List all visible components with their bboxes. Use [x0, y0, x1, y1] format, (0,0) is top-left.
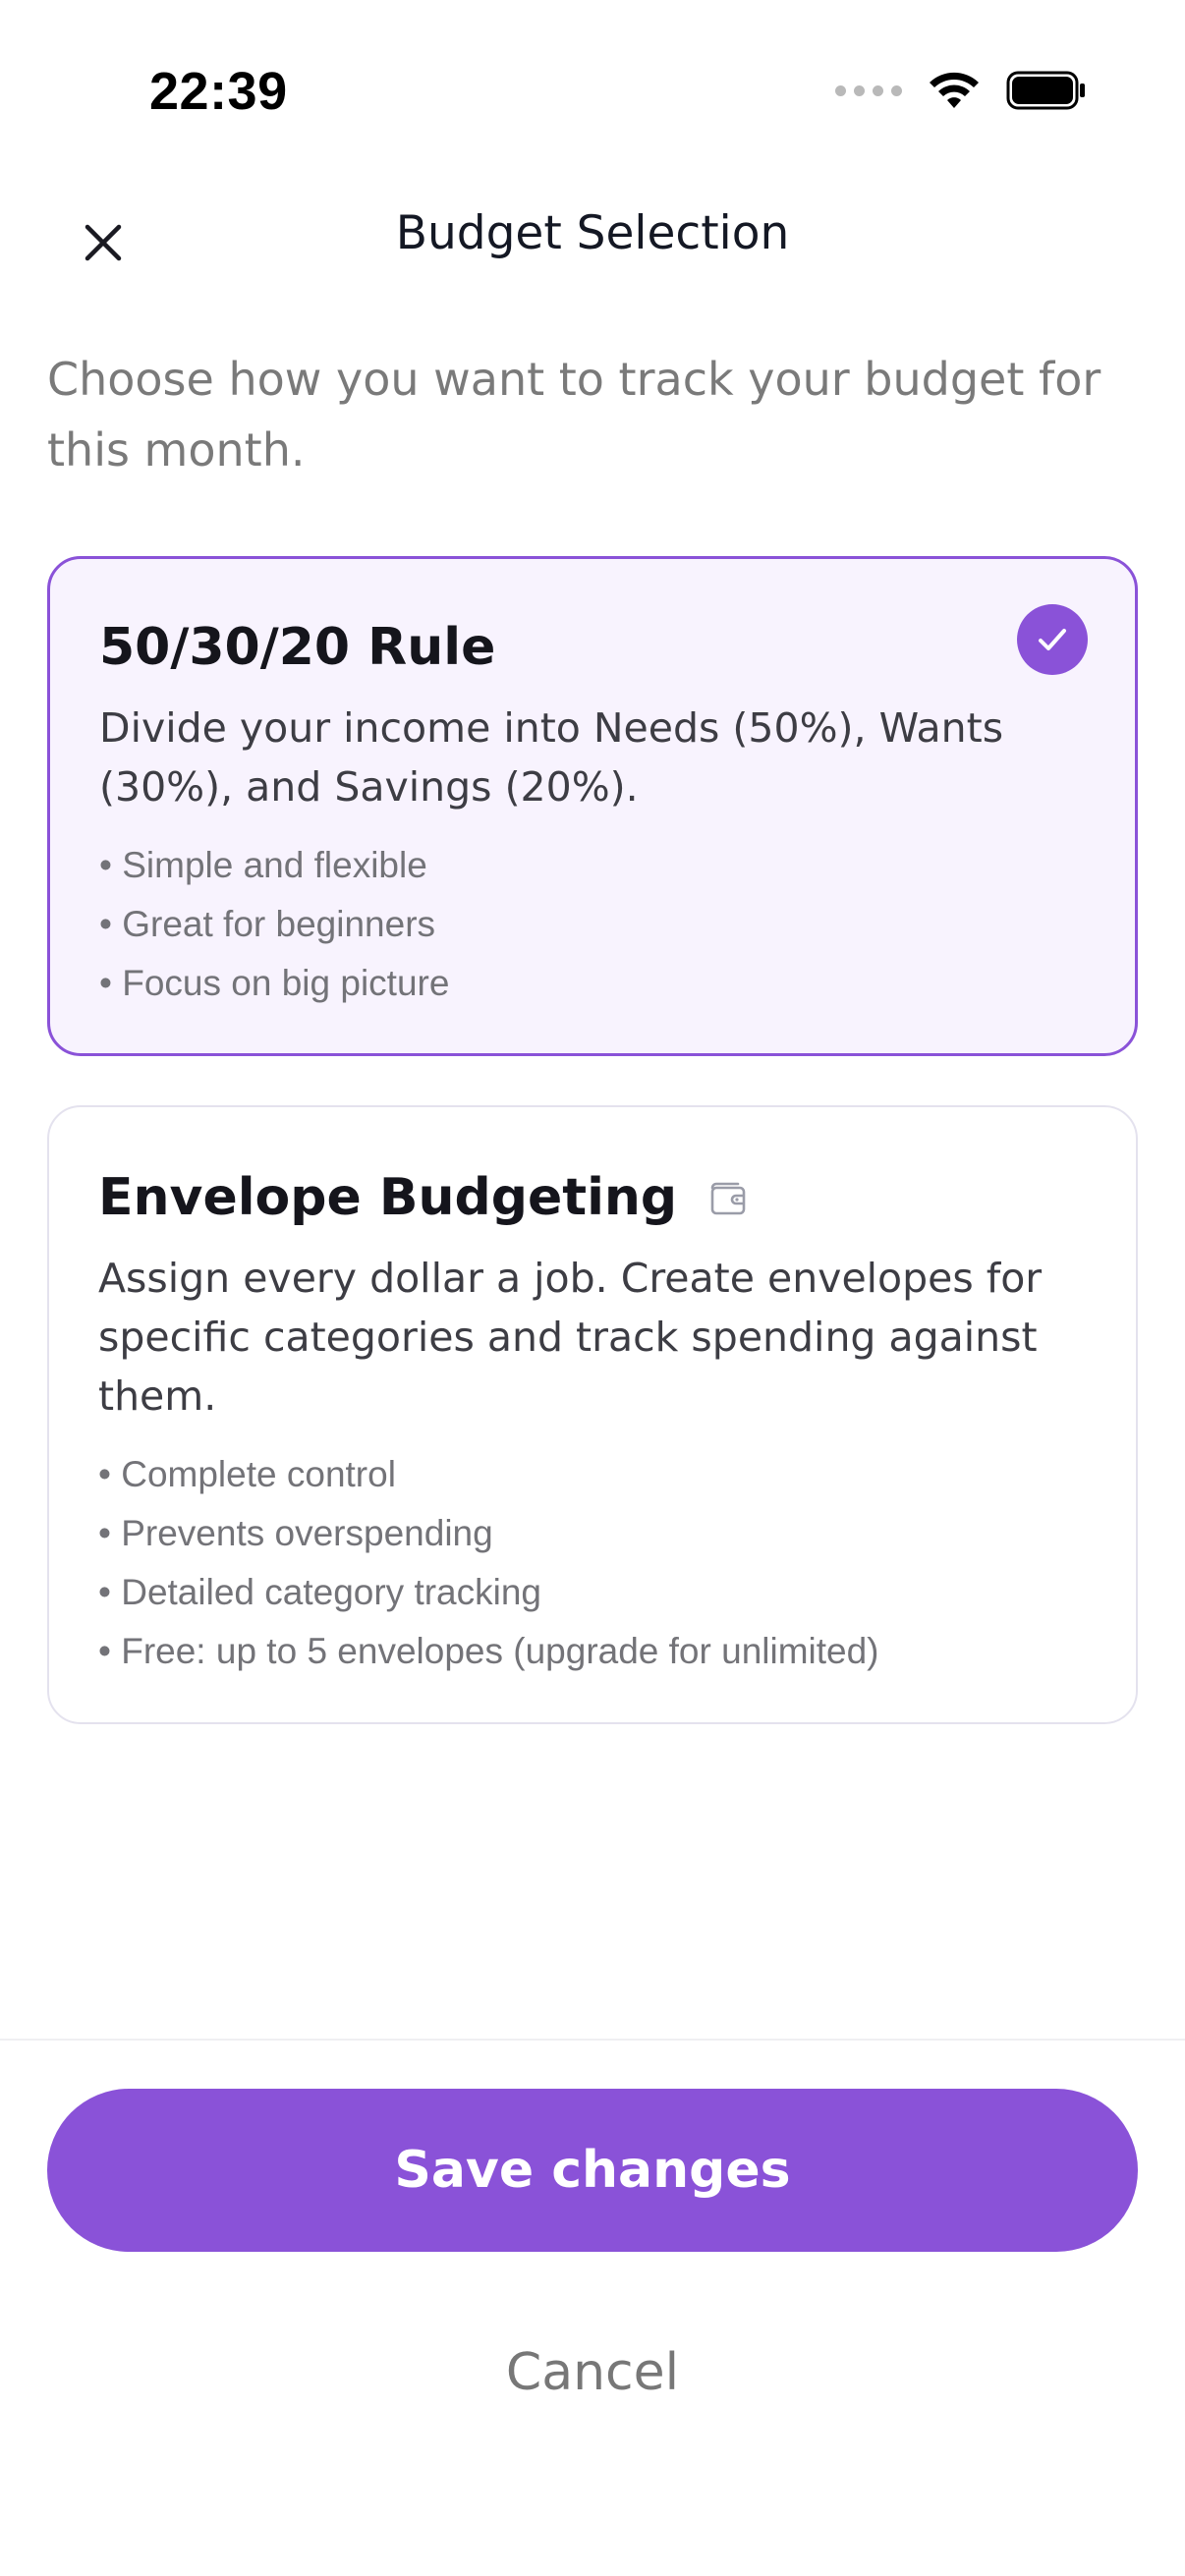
battery-icon: [1006, 71, 1085, 110]
bullet-item: • Free: up to 5 envelopes (upgrade for u…: [98, 1631, 879, 1671]
wifi-icon: [930, 72, 979, 108]
option-card-envelope[interactable]: Envelope Budgeting Assign every dollar a…: [47, 1105, 1138, 1724]
selected-check-icon: [1017, 604, 1088, 675]
cancel-button[interactable]: Cancel: [396, 2328, 789, 2417]
status-time: 22:39: [149, 62, 288, 121]
wallet-icon: [710, 1182, 746, 1215]
status-bar: 22:39: [0, 0, 1185, 187]
option-bullets: • Complete control • Prevents overspendi…: [98, 1445, 1087, 1681]
page-title: Budget Selection: [395, 206, 790, 260]
option-title: 50/30/20 Rule: [99, 618, 1086, 677]
bullet-item: • Detailed category tracking: [98, 1572, 542, 1612]
header: Budget Selection: [0, 187, 1185, 295]
bullet-item: • Focus on big picture: [99, 963, 450, 1003]
option-description: Divide your income into Needs (50%), Wan…: [99, 704, 1004, 811]
footer-divider: [0, 2039, 1185, 2041]
intro-text: Choose how you want to track your budget…: [47, 353, 1101, 476]
bullet-item: • Prevents overspending: [98, 1513, 493, 1553]
status-icons: [835, 71, 1087, 110]
option-title-text: 50/30/20 Rule: [99, 618, 496, 677]
option-card-50-30-20[interactable]: 50/30/20 Rule Divide your income into Ne…: [47, 556, 1138, 1056]
option-title-text: Envelope Budgeting: [98, 1168, 678, 1227]
option-bullets: • Simple and flexible • Great for beginn…: [99, 836, 1086, 1013]
bullet-item: • Simple and flexible: [99, 845, 427, 885]
bullet-item: • Complete control: [98, 1454, 396, 1494]
cellular-signal-icon: [835, 84, 902, 96]
option-title: Envelope Budgeting: [98, 1168, 1087, 1227]
bullet-item: • Great for beginners: [99, 904, 436, 944]
save-changes-button[interactable]: Save changes: [47, 2089, 1138, 2252]
option-description: Assign every dollar a job. Create envelo…: [98, 1255, 1043, 1420]
